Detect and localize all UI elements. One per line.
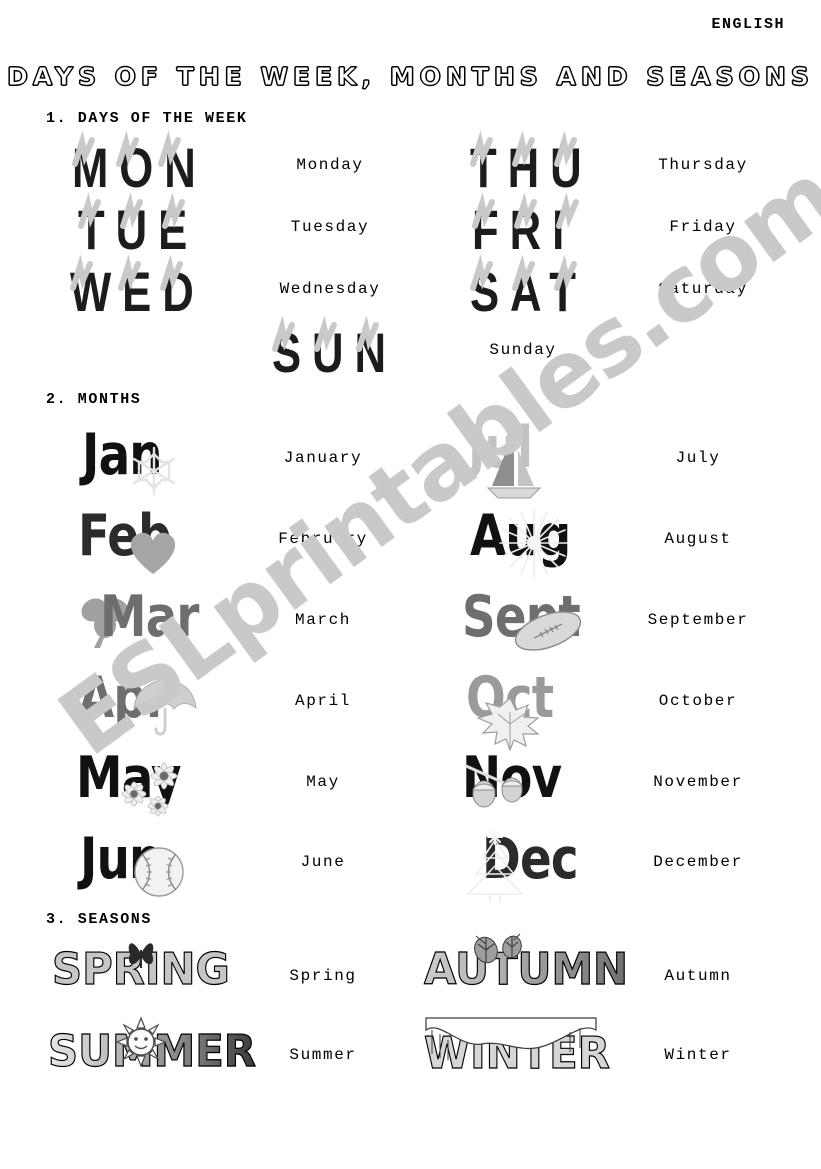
section-heading-seasons: 3. SEASONS — [46, 911, 153, 928]
sun-face-icon — [115, 1016, 167, 1068]
season-label-winter: Winter — [664, 1046, 732, 1064]
snow-cap-icon — [425, 1017, 597, 1060]
day-abbr-art-tue: TUE — [78, 198, 199, 261]
season-label-summer: Summer — [289, 1046, 357, 1064]
month-abbr-art-mar: Mar — [100, 584, 199, 650]
month-label-march: March — [294, 611, 352, 629]
day-abbr-art-fri: FRI — [472, 198, 576, 261]
page-title: DAYS OF THE WEEK, MONTHS AND SEASONS — [7, 62, 814, 92]
season-label-autumn: Autumn — [664, 967, 732, 985]
month-label-december: December — [653, 853, 743, 871]
butterfly-icon — [128, 943, 154, 968]
christmas-tree-icon — [466, 829, 524, 903]
acorns-icon — [464, 764, 523, 808]
subject-label: ENGLISH — [711, 16, 785, 33]
fireworks-icon — [499, 508, 569, 578]
maple-leaf-icon — [476, 697, 540, 752]
season-label-spring: Spring — [289, 967, 357, 985]
day-label-monday: Monday — [296, 156, 364, 174]
section-heading-days: 1. DAYS OF THE WEEK — [46, 110, 248, 127]
day-label-friday: Friday — [669, 218, 737, 236]
month-label-april: April — [294, 692, 352, 710]
day-abbr-art-sat: SAT — [470, 260, 587, 323]
month-label-september: September — [647, 611, 749, 629]
month-label-may: May — [306, 773, 340, 791]
month-label-october: October — [658, 692, 738, 710]
heart-icon — [130, 532, 176, 574]
flowers-icon — [121, 762, 178, 817]
month-label-february: February — [278, 530, 368, 548]
day-abbr-art-sun: SUN — [272, 321, 397, 384]
month-label-august: August — [664, 530, 732, 548]
month-label-june: June — [300, 853, 346, 871]
day-abbr-art-mon: MON — [72, 136, 207, 199]
baseball-icon — [134, 847, 184, 897]
section-heading-months: 2. MONTHS — [46, 391, 142, 408]
day-abbr-art-wed: WED — [70, 260, 205, 323]
football-icon — [514, 611, 582, 651]
month-label-january: January — [283, 449, 363, 467]
umbrella-icon — [133, 679, 197, 736]
day-label-wednesday: Wednesday — [279, 280, 381, 298]
falling-leaves-icon — [474, 933, 522, 964]
day-label-tuesday: Tuesday — [290, 218, 370, 236]
day-label-saturday: Saturday — [658, 280, 748, 298]
day-abbr-art-thu: THU — [470, 136, 593, 199]
worksheet-page: ENGLISH DAYS OF THE WEEK, MONTHS AND SEA… — [0, 0, 821, 1169]
sailboat-icon — [486, 432, 542, 499]
month-label-july: July — [675, 449, 721, 467]
day-label-sunday: Sunday — [489, 341, 557, 359]
day-label-thursday: Thursday — [658, 156, 748, 174]
month-label-november: November — [653, 773, 743, 791]
snowflake-icon — [132, 446, 176, 496]
